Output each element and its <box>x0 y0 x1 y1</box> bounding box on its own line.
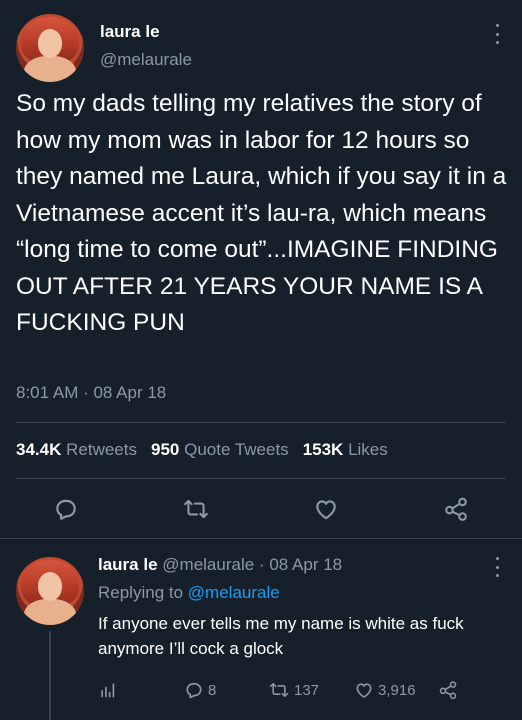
retweet-count: 137 <box>294 681 320 699</box>
reply-header: laura le @melaurale · 08 Apr 18 <box>98 555 342 575</box>
tweet-text: So my dads telling my relatives the stor… <box>16 90 507 336</box>
share-icon[interactable] <box>438 679 458 701</box>
quote-tweets-stat[interactable]: 950 Quote Tweets <box>151 440 289 459</box>
display-name[interactable]: laura le <box>100 22 160 42</box>
divider <box>16 422 506 423</box>
mention-link[interactable]: @melaurale <box>188 583 280 602</box>
more-options-icon[interactable] <box>494 24 500 44</box>
replying-to: Replying to @melaurale <box>98 583 280 603</box>
likes-stat[interactable]: 153K Likes <box>303 440 388 459</box>
reply-actions: 8 137 3,916 <box>98 679 498 701</box>
thread-line <box>49 631 51 720</box>
reply-icon[interactable] <box>51 494 81 524</box>
reply-count: 8 <box>208 681 217 699</box>
retweets-count: 34.4K <box>16 440 62 459</box>
like-count: 3,916 <box>378 681 416 699</box>
display-name[interactable]: laura le <box>98 555 158 574</box>
user-handle[interactable]: @melaurale <box>100 50 192 70</box>
retweets-label: Retweets <box>66 440 137 459</box>
reply-button[interactable]: 8 <box>184 679 216 701</box>
main-tweet: laura le @melaurale So my dads telling m… <box>0 0 522 538</box>
like-icon <box>356 683 372 698</box>
likes-count: 153K <box>302 440 344 459</box>
retweet-icon[interactable] <box>181 494 211 524</box>
more-options-icon[interactable] <box>494 557 500 577</box>
quote-count: 950 <box>150 440 180 459</box>
retweets-stat[interactable]: 34.4K Retweets <box>16 440 137 459</box>
like-icon[interactable] <box>311 494 341 524</box>
user-handle[interactable]: @melaurale <box>162 555 254 574</box>
retweet-button[interactable]: 137 <box>268 679 319 701</box>
tweet-timestamp[interactable]: 8:01 AM · 08 Apr 18 <box>16 383 166 403</box>
reply-text: If anyone ever tells me my name is white… <box>98 614 464 658</box>
share-icon[interactable] <box>441 494 471 524</box>
avatar[interactable] <box>16 557 84 625</box>
analytics-icon[interactable] <box>98 679 118 701</box>
avatar[interactable] <box>16 14 84 82</box>
divider <box>16 478 506 479</box>
reply-icon <box>186 682 202 699</box>
quote-label: Quote Tweets <box>184 440 289 459</box>
tweet-date[interactable]: 08 Apr 18 <box>269 555 342 574</box>
tweet-actions <box>0 494 522 528</box>
separator: · <box>258 555 265 574</box>
like-button[interactable]: 3,916 <box>354 679 416 701</box>
retweet-icon <box>269 682 289 698</box>
replying-prefix: Replying to <box>98 583 184 602</box>
reply-tweet[interactable]: laura le @melaurale · 08 Apr 18 Replying… <box>0 539 522 720</box>
likes-label: Likes <box>348 440 388 459</box>
tweet-stats: 34.4K Retweets 950 Quote Tweets 153K Likes <box>16 440 388 460</box>
